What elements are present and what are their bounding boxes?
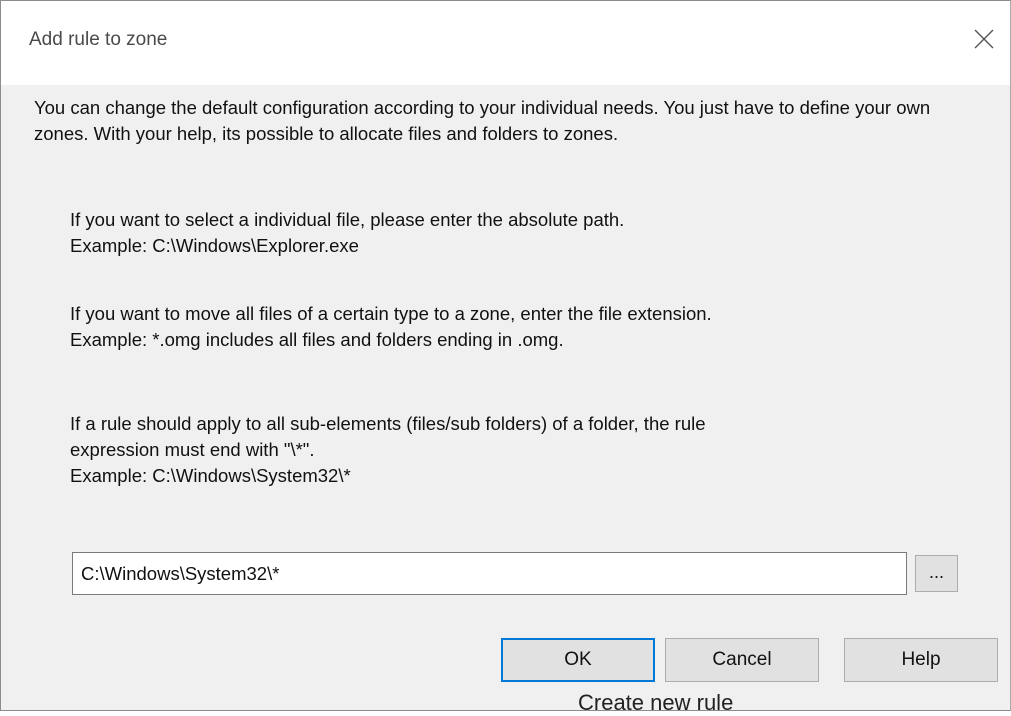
cancel-button[interactable]: Cancel [665,638,819,682]
browse-button[interactable]: ... [915,555,958,592]
title-bar[interactable]: Add rule to zone [1,1,1010,85]
help-button[interactable]: Help [844,638,998,682]
hint-file-line1: If you want to select a individual file,… [70,209,625,230]
dialog-title: Add rule to zone [29,29,168,50]
hint-file-example: Example: C:\Windows\Explorer.exe [70,235,359,256]
hint-folder-line1: If a rule should apply to all sub-elemen… [70,413,706,434]
background-window-text: Create new rule [578,690,734,715]
hint-folder-line2: expression must end with "\*". [70,439,315,460]
hint-extension-line1: If you want to move all files of a certa… [70,303,712,324]
ok-button[interactable]: OK [501,638,655,682]
dialog-body: You can change the default configuration… [1,85,1010,710]
hint-extension-example: Example: *.omg includes all files and fo… [70,329,564,350]
rule-path-input[interactable] [72,552,907,595]
intro-text: You can change the default configuration… [34,97,931,144]
hint-file-extension: If you want to move all files of a certa… [70,301,940,353]
hint-folder-example: Example: C:\Windows\System32\* [70,465,351,486]
close-icon[interactable] [966,21,1002,57]
add-rule-dialog: Add rule to zone You can change the defa… [0,0,1011,711]
hint-folder: If a rule should apply to all sub-elemen… [70,411,940,489]
hint-individual-file: If you want to select a individual file,… [70,207,940,259]
